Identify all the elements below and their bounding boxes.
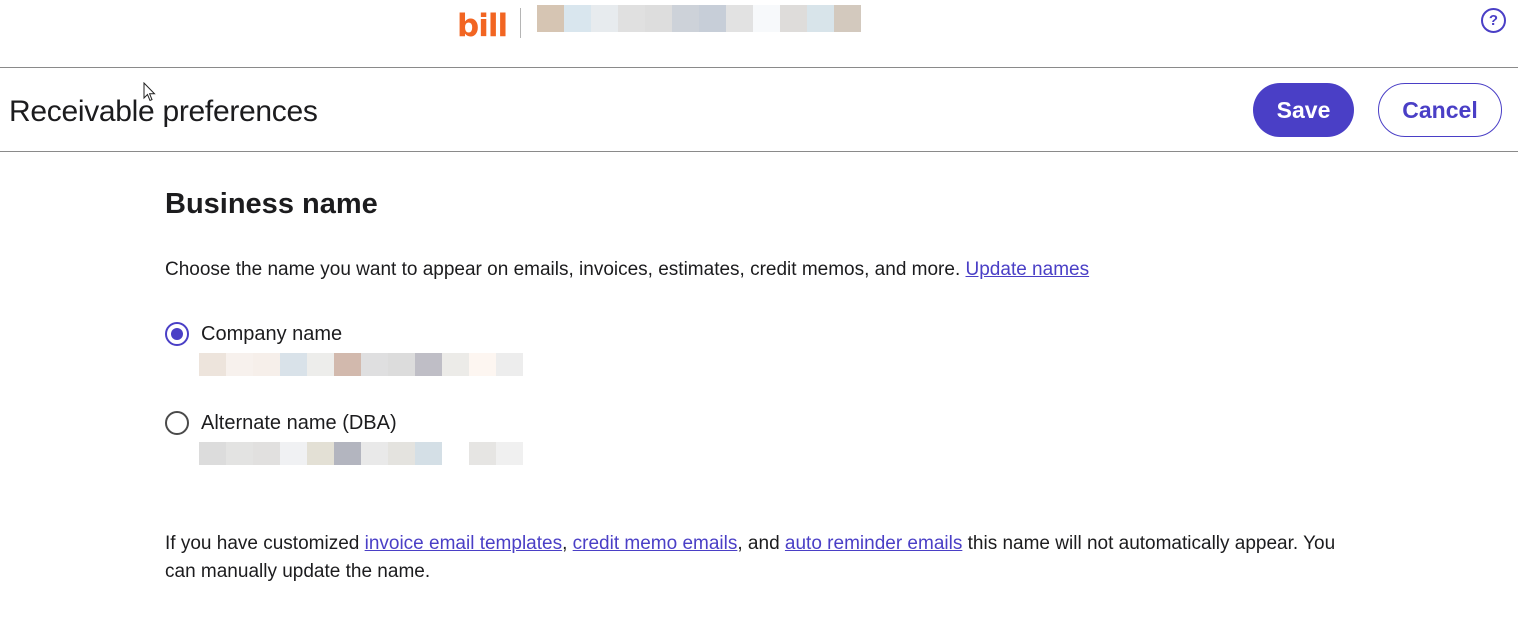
- help-icon[interactable]: ?: [1481, 8, 1506, 33]
- description-text: Choose the name you want to appear on em…: [165, 259, 961, 280]
- alternate-name-label: Alternate name (DBA): [201, 412, 397, 434]
- organization-name-redacted[interactable]: [537, 5, 861, 32]
- top-bar: bill ?: [0, 0, 1518, 68]
- note-separator-2: , and: [737, 533, 785, 554]
- page-title: Receivable preferences: [9, 95, 318, 128]
- credit-memo-emails-link[interactable]: credit memo emails: [573, 533, 738, 554]
- bill-logo[interactable]: bill: [457, 6, 508, 46]
- company-name-option[interactable]: Company name: [165, 321, 342, 347]
- save-button[interactable]: Save: [1253, 83, 1354, 137]
- company-name-label: Company name: [201, 323, 343, 345]
- cancel-button[interactable]: Cancel: [1378, 83, 1502, 137]
- logo-divider: [520, 8, 521, 38]
- note-separator-1: ,: [562, 533, 573, 554]
- auto-reminder-emails-link[interactable]: auto reminder emails: [785, 533, 962, 554]
- alternate-name-option[interactable]: Alternate name (DBA): [165, 410, 397, 436]
- note-prefix: If you have customized: [165, 533, 365, 554]
- update-names-link[interactable]: Update names: [966, 259, 1090, 280]
- alternate-name-value-redacted: [199, 442, 523, 465]
- company-name-radio[interactable]: [165, 322, 189, 346]
- section-title-business-name: Business name: [165, 188, 378, 220]
- invoice-email-templates-link[interactable]: invoice email templates: [365, 533, 562, 554]
- business-name-description: Choose the name you want to appear on em…: [165, 257, 1089, 283]
- page-header: Receivable preferences Save Cancel: [0, 68, 1518, 152]
- company-name-value-redacted: [199, 353, 523, 376]
- alternate-name-radio[interactable]: [165, 411, 189, 435]
- customization-note: If you have customized invoice email tem…: [165, 530, 1365, 586]
